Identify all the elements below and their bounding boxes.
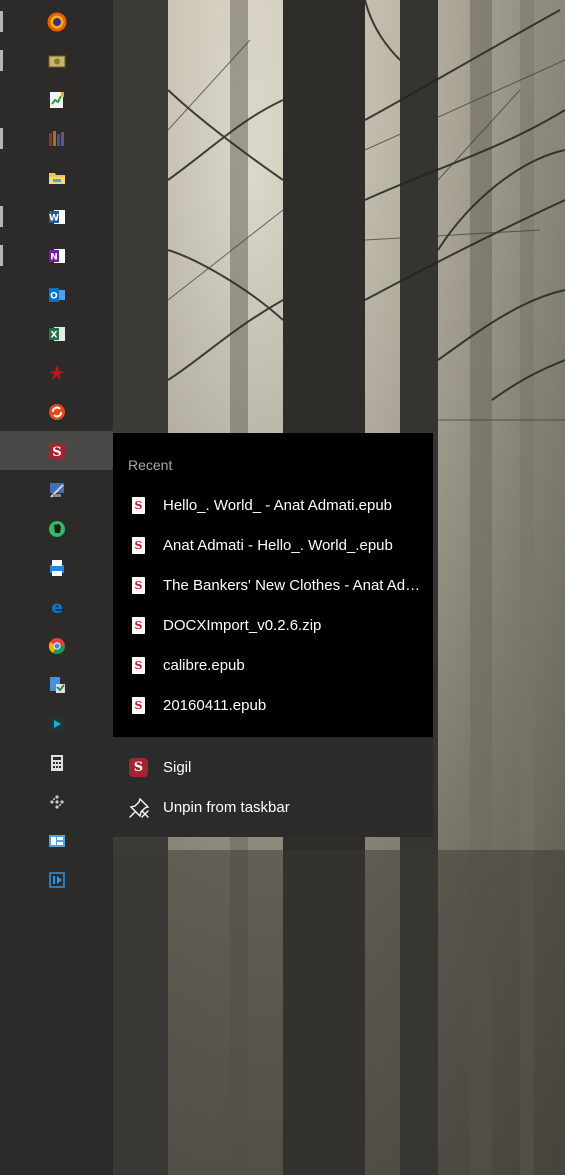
remote-tool-icon xyxy=(47,480,67,500)
sigil-file-icon: S xyxy=(132,577,145,594)
taskbar-item-control-panel[interactable] xyxy=(0,821,113,860)
outlook-icon: O xyxy=(47,285,67,305)
recent-file-label: Hello_. World_ - Anat Admati.epub xyxy=(163,497,393,514)
sigil-file-icon: S xyxy=(132,697,145,714)
recent-file-label: DOCXImport_v0.2.6.zip xyxy=(163,617,322,634)
file-explorer-icon xyxy=(47,168,67,188)
calculator-icon xyxy=(47,753,67,773)
taskbar-item-media-editor[interactable] xyxy=(0,704,113,743)
firefox-icon xyxy=(47,12,67,32)
printer-app-icon xyxy=(47,558,67,578)
recent-file-item[interactable]: S The Bankers' New Clothes - Anat Admati.… xyxy=(113,566,433,606)
word-icon: W xyxy=(47,207,67,227)
file-icon-glyph: S xyxy=(134,579,143,592)
taskbar-item-spreadsheet-editor[interactable] xyxy=(0,80,113,119)
running-indicator xyxy=(0,206,3,227)
acrobat-icon xyxy=(47,363,67,383)
control-panel-icon xyxy=(47,831,67,851)
jump-list-menu: Recent S Hello_. World_ - Anat Admati.epu… xyxy=(113,433,433,837)
svg-text:S: S xyxy=(52,445,61,460)
running-indicator xyxy=(0,128,3,149)
taskbar-item-acrobat[interactable] xyxy=(0,353,113,392)
taskbar-item-installer[interactable] xyxy=(0,665,113,704)
sigil-icon: S xyxy=(129,758,148,777)
file-icon-glyph: S xyxy=(134,499,143,512)
sigil-icon: S xyxy=(47,441,67,461)
taskbar-item-firefox[interactable] xyxy=(0,2,113,41)
sigil-file-icon: S xyxy=(132,497,145,514)
jump-list-tasks: S Sigil Unpin from taskbar xyxy=(113,737,433,837)
open-sigil-item[interactable]: S Sigil xyxy=(113,748,433,788)
sigil-file-icon: S xyxy=(132,537,145,554)
taskbar: W N O X Se xyxy=(0,0,113,1175)
taskbar-item-outlook[interactable]: O xyxy=(0,275,113,314)
recent-file-label: calibre.epub xyxy=(163,657,245,674)
taskbar-item-edge[interactable]: e xyxy=(0,587,113,626)
taskbar-item-onenote[interactable]: N xyxy=(0,236,113,275)
running-indicator xyxy=(0,11,3,32)
taskbar-item-calculator[interactable] xyxy=(0,743,113,782)
sigil-file-icon: S xyxy=(132,617,145,634)
taskbar-item-word[interactable]: W xyxy=(0,197,113,236)
taskbar-item-file-explorer[interactable] xyxy=(0,158,113,197)
taskbar-item-library-books[interactable] xyxy=(0,119,113,158)
recent-section-label: Recent xyxy=(128,457,173,473)
taskbar-item-evernote[interactable] xyxy=(0,509,113,548)
taskbar-item-money-app[interactable] xyxy=(0,41,113,80)
sync-app-icon xyxy=(47,402,67,422)
taskbar-item-dots-app[interactable] xyxy=(0,782,113,821)
dots-app-icon xyxy=(47,792,67,812)
chrome-icon xyxy=(47,636,67,656)
unpin-from-taskbar-item[interactable]: Unpin from taskbar xyxy=(113,788,433,828)
running-indicator xyxy=(0,245,3,266)
file-icon-glyph: S xyxy=(134,539,143,552)
recent-file-item[interactable]: S DOCXImport_v0.2.6.zip xyxy=(113,606,433,646)
excel-icon: X xyxy=(47,324,67,344)
svg-text:O: O xyxy=(50,291,58,301)
recent-file-label: 20160411.epub xyxy=(163,697,267,714)
svg-text:e: e xyxy=(51,598,63,617)
taskbar-item-chrome[interactable] xyxy=(0,626,113,665)
taskbar-item-printer-app[interactable] xyxy=(0,548,113,587)
taskbar-item-sync-app[interactable] xyxy=(0,392,113,431)
evernote-icon xyxy=(47,519,67,539)
taskbar-item-remote-tool[interactable] xyxy=(0,470,113,509)
onenote-icon: N xyxy=(47,246,67,266)
installer-icon xyxy=(47,675,67,695)
svg-text:N: N xyxy=(50,252,58,262)
recent-file-item[interactable]: S 20160411.epub xyxy=(113,686,433,726)
file-icon-glyph: S xyxy=(134,619,143,632)
media-editor-icon xyxy=(47,714,67,734)
library-books-icon xyxy=(47,129,67,149)
svg-text:X: X xyxy=(50,330,57,340)
taskbar-item-sigil[interactable]: S xyxy=(0,431,113,470)
taskbar-item-excel[interactable]: X xyxy=(0,314,113,353)
sigil-file-icon: S xyxy=(132,657,145,674)
player-app-icon xyxy=(47,870,67,890)
recent-file-item[interactable]: S Hello_. World_ - Anat Admati.epub xyxy=(113,486,433,526)
file-icon-glyph: S xyxy=(134,699,143,712)
open-sigil-label: Sigil xyxy=(163,759,192,776)
svg-text:W: W xyxy=(49,213,59,223)
file-icon-glyph: S xyxy=(134,659,143,672)
running-indicator xyxy=(0,50,3,71)
money-app-icon xyxy=(47,51,67,71)
spreadsheet-editor-icon xyxy=(47,90,67,110)
unpin-icon xyxy=(129,797,150,818)
taskbar-item-player-app[interactable] xyxy=(0,860,113,899)
unpin-label: Unpin from taskbar xyxy=(163,799,290,816)
recent-file-label: Anat Admati - Hello_. World_.epub xyxy=(163,537,393,554)
edge-icon: e xyxy=(47,597,67,617)
recent-file-item[interactable]: S Anat Admati - Hello_. World_.epub xyxy=(113,526,433,566)
recent-file-item[interactable]: Scalibre.epub xyxy=(113,646,433,686)
recent-file-label: The Bankers' New Clothes - Anat Admati.e… xyxy=(163,577,427,594)
